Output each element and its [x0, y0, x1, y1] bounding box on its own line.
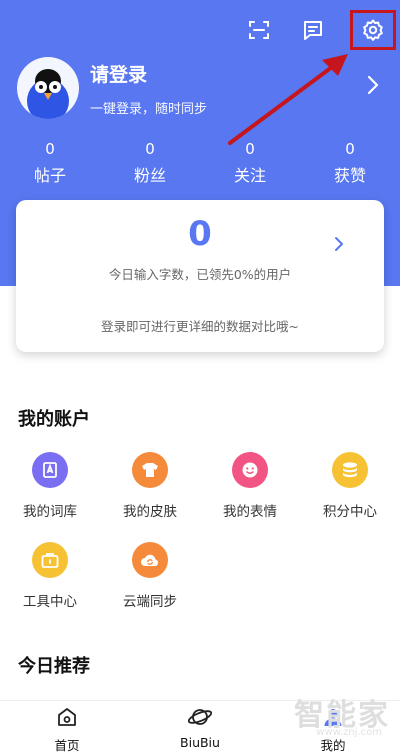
account-item-label: 我的表情: [223, 504, 277, 520]
message-icon: [304, 21, 322, 40]
points-icon: [332, 452, 368, 488]
stat-value: 0: [345, 140, 355, 158]
login-compare-hint: 登录即可进行更详细的数据对比哦~: [101, 319, 299, 334]
account-item-label: 积分中心: [323, 504, 377, 520]
account-item-label: 我的皮肤: [123, 504, 177, 520]
typing-stats-card[interactable]: 0 今日输入字数，已领先0%的用户 登录即可进行更详细的数据对比哦~: [16, 200, 384, 352]
account-item-toolbox[interactable]: 工具中心: [0, 542, 100, 610]
account-item-skin[interactable]: 我的皮肤: [100, 452, 200, 520]
skin-icon: [132, 452, 168, 488]
planet-icon: [187, 709, 213, 725]
cloud-sync-icon: [132, 542, 168, 578]
stat-label: 粉丝: [133, 166, 166, 185]
account-item-wordbank[interactable]: 我的词库: [0, 452, 100, 520]
home-icon: [58, 708, 76, 726]
account-item-points[interactable]: 积分中心: [300, 452, 400, 520]
login-arrow[interactable]: [366, 74, 380, 100]
scan-icon: [249, 21, 269, 39]
nav-item-biubiu[interactable]: BiuBiu: [155, 705, 245, 750]
login-subtitle: 一键登录，随时同步: [90, 102, 208, 117]
scan-button[interactable]: [242, 13, 276, 47]
login-title[interactable]: 请登录: [90, 60, 147, 87]
top-toolbar: [242, 10, 396, 50]
account-item-cloud-sync[interactable]: 云端同步: [100, 542, 200, 610]
account-item-label: 工具中心: [23, 594, 77, 610]
stat-label: 帖子: [33, 166, 66, 185]
typing-count: 0: [188, 214, 212, 254]
message-button[interactable]: [296, 13, 330, 47]
settings-icon: [363, 19, 383, 41]
typing-rank-text: 今日输入字数，已领先0%的用户: [108, 267, 292, 282]
stat-value: 0: [245, 140, 255, 158]
nav-item-home[interactable]: 首页: [22, 705, 112, 754]
stat-likes[interactable]: 0 获赞: [300, 140, 400, 186]
stat-value: 0: [145, 140, 155, 158]
stat-following[interactable]: 0 关注: [200, 140, 300, 186]
stat-fans[interactable]: 0 粉丝: [100, 140, 200, 186]
chevron-right-icon: [335, 237, 343, 251]
settings-button[interactable]: [350, 10, 396, 50]
stat-posts[interactable]: 0 帖子: [0, 140, 100, 186]
nav-label: 首页: [54, 738, 80, 753]
card-arrow[interactable]: [334, 236, 344, 256]
parrot-avatar-icon: [27, 69, 69, 119]
stat-label: 获赞: [333, 166, 366, 185]
stats-row: 0 帖子 0 粉丝 0 关注 0 获赞: [0, 140, 400, 186]
stat-value: 0: [45, 140, 55, 158]
watermark-url: www.znj.com: [316, 727, 382, 738]
section-title-account: 我的账户: [18, 409, 90, 430]
account-item-emoji[interactable]: 我的表情: [200, 452, 300, 520]
account-item-label: 云端同步: [123, 594, 177, 610]
stat-label: 关注: [233, 166, 266, 185]
chevron-right-icon: [367, 75, 379, 95]
emoji-icon: [232, 452, 268, 488]
wordbank-icon: [32, 452, 68, 488]
avatar[interactable]: [17, 57, 79, 119]
section-title-recommend: 今日推荐: [18, 656, 90, 677]
toolbox-icon: [32, 542, 68, 578]
account-item-label: 我的词库: [23, 504, 77, 520]
nav-label: BiuBiu: [180, 735, 220, 750]
